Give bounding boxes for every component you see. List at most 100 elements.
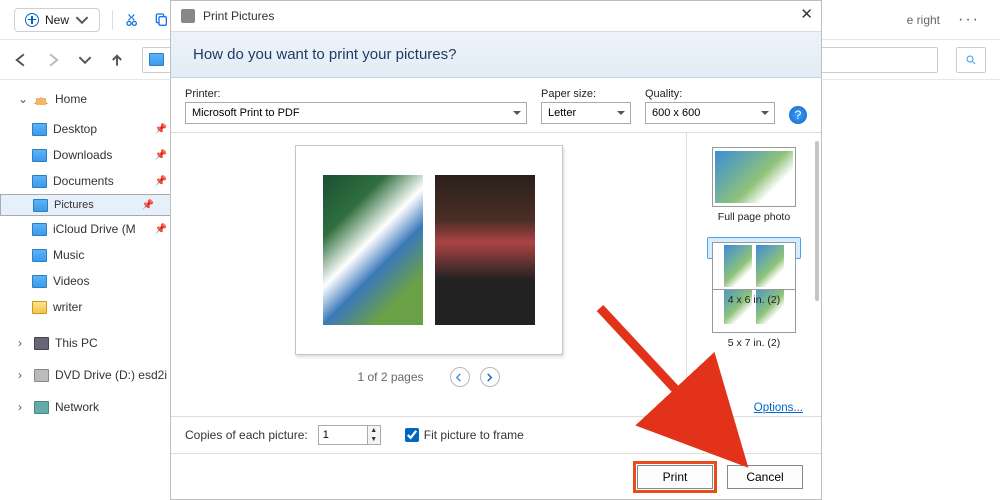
folder-icon: [33, 199, 48, 212]
print-preview: 1 of 2 pages: [171, 133, 686, 398]
cut-icon[interactable]: [125, 12, 141, 28]
sidebar-item-music[interactable]: Music: [0, 242, 175, 268]
sidebar-item-label: This PC: [55, 336, 98, 350]
layout-full-page[interactable]: Full page photo: [708, 143, 800, 227]
sidebar-dvd[interactable]: ›DVD Drive (D:) esd2i: [0, 362, 175, 388]
layout-4x6[interactable]: 4 x 6 in. (2): [707, 237, 801, 259]
explorer-sidebar: ⌄ Home Desktop 📌 Downloads 📌 Documents 📌 Pi…: [0, 80, 175, 500]
right-hint-text: e right: [907, 13, 940, 27]
quality-label: Quality:: [645, 88, 775, 100]
copy-icon[interactable]: [153, 12, 169, 28]
printer-label: Printer:: [185, 88, 527, 100]
sidebar-home-label: Home: [55, 92, 87, 106]
options-link[interactable]: Options...: [754, 402, 803, 414]
sidebar-item-label: Network: [55, 400, 99, 414]
page-counter: 1 of 2 pages: [357, 370, 423, 384]
scrollbar[interactable]: [815, 141, 819, 301]
copies-input[interactable]: [318, 425, 368, 445]
forward-icon[interactable]: [46, 53, 60, 67]
sidebar-item-writer[interactable]: writer: [0, 294, 175, 320]
fit-label: Fit picture to frame: [424, 428, 524, 442]
sidebar-item-label: Desktop: [53, 122, 97, 136]
banner-text: How do you want to print your pictures?: [193, 46, 456, 63]
more-icon[interactable]: ···: [952, 11, 986, 29]
step-up-icon[interactable]: ▲: [368, 426, 380, 435]
printer-select[interactable]: [185, 102, 527, 124]
layout-label: 4 x 6 in. (2): [728, 294, 781, 306]
disc-icon: [34, 369, 49, 382]
divider: [112, 10, 113, 30]
folder-icon: [149, 53, 164, 66]
folder-icon: [32, 149, 47, 162]
folder-icon: [32, 275, 47, 288]
sidebar-item-icloud[interactable]: iCloud Drive (M 📌: [0, 216, 175, 242]
pin-icon: 📌: [155, 150, 167, 161]
sidebar-item-label: DVD Drive (D:) esd2i: [55, 368, 167, 382]
fit-to-frame-checkbox[interactable]: Fit picture to frame: [405, 428, 524, 442]
sidebar-item-desktop[interactable]: Desktop 📌: [0, 116, 175, 142]
chevron-down-icon[interactable]: [78, 53, 92, 67]
layout-picker: Full page photo 4 x 6 in. (2) 5 x 7 in. …: [686, 133, 821, 398]
sidebar-item-pictures[interactable]: Pictures 📌: [0, 194, 175, 216]
layout-label: 5 x 7 in. (2): [728, 337, 781, 349]
search-icon: [965, 54, 977, 66]
sidebar-network[interactable]: ›Network: [0, 394, 175, 420]
prev-page-button[interactable]: [450, 367, 470, 387]
print-controls: Printer: Paper size: Quality: ?: [171, 78, 821, 132]
sidebar-item-label: Documents: [53, 174, 114, 188]
sidebar-this-pc[interactable]: ›This PC: [0, 330, 175, 356]
copies-stepper[interactable]: ▲▼: [318, 425, 381, 445]
new-button[interactable]: New: [14, 8, 100, 32]
pin-icon: 📌: [155, 176, 167, 187]
dialog-title: Print Pictures: [203, 9, 274, 23]
folder-icon: [32, 175, 47, 188]
pc-icon: [34, 337, 49, 350]
folder-icon: [32, 123, 47, 136]
sidebar-item-downloads[interactable]: Downloads 📌: [0, 142, 175, 168]
sidebar-item-label: Downloads: [53, 148, 112, 162]
sidebar-item-label: writer: [53, 300, 82, 314]
home-icon: [34, 93, 49, 106]
plus-icon: [25, 13, 39, 27]
pin-icon: 📌: [155, 224, 167, 235]
sidebar-item-videos[interactable]: Videos: [0, 268, 175, 294]
step-down-icon[interactable]: ▼: [368, 435, 380, 444]
copies-row: Copies of each picture: ▲▼ Fit picture t…: [171, 416, 821, 453]
cancel-button[interactable]: Cancel: [727, 465, 803, 489]
pin-icon: 📌: [142, 200, 154, 211]
help-icon[interactable]: ?: [789, 106, 807, 124]
next-page-button[interactable]: [480, 367, 500, 387]
folder-icon: [32, 223, 47, 236]
pin-icon: 📌: [155, 124, 167, 135]
sidebar-item-label: iCloud Drive (M: [53, 222, 136, 236]
preview-page: [295, 145, 563, 355]
sidebar-item-label: Videos: [53, 274, 89, 288]
quality-select[interactable]: [645, 102, 775, 124]
print-pictures-dialog: ✕ Print Pictures How do you want to prin…: [170, 0, 822, 500]
printer-icon: [181, 9, 195, 23]
chevron-down-icon: [75, 13, 89, 27]
paper-size-label: Paper size:: [541, 88, 631, 100]
sidebar-item-documents[interactable]: Documents 📌: [0, 168, 175, 194]
paper-size-select[interactable]: [541, 102, 631, 124]
new-button-label: New: [45, 13, 69, 27]
print-button[interactable]: Print: [637, 465, 713, 489]
layout-label: Full page photo: [718, 211, 790, 223]
fit-checkbox-input[interactable]: [405, 428, 419, 442]
dialog-banner: How do you want to print your pictures?: [171, 31, 821, 78]
preview-photo-1: [323, 175, 423, 325]
close-icon[interactable]: ✕: [800, 5, 813, 23]
dialog-titlebar: Print Pictures: [171, 1, 821, 31]
preview-photo-2: [435, 175, 535, 325]
folder-icon: [32, 249, 47, 262]
sidebar-item-label: Pictures: [54, 199, 94, 211]
folder-icon: [32, 301, 47, 314]
sidebar-home[interactable]: ⌄ Home: [0, 86, 175, 112]
sidebar-item-label: Music: [53, 248, 84, 262]
network-icon: [34, 401, 49, 414]
search-field[interactable]: [956, 47, 986, 73]
copies-label: Copies of each picture:: [185, 428, 308, 442]
back-icon[interactable]: [14, 53, 28, 67]
up-icon[interactable]: [110, 53, 124, 67]
dialog-button-row: Print Cancel: [171, 453, 821, 499]
